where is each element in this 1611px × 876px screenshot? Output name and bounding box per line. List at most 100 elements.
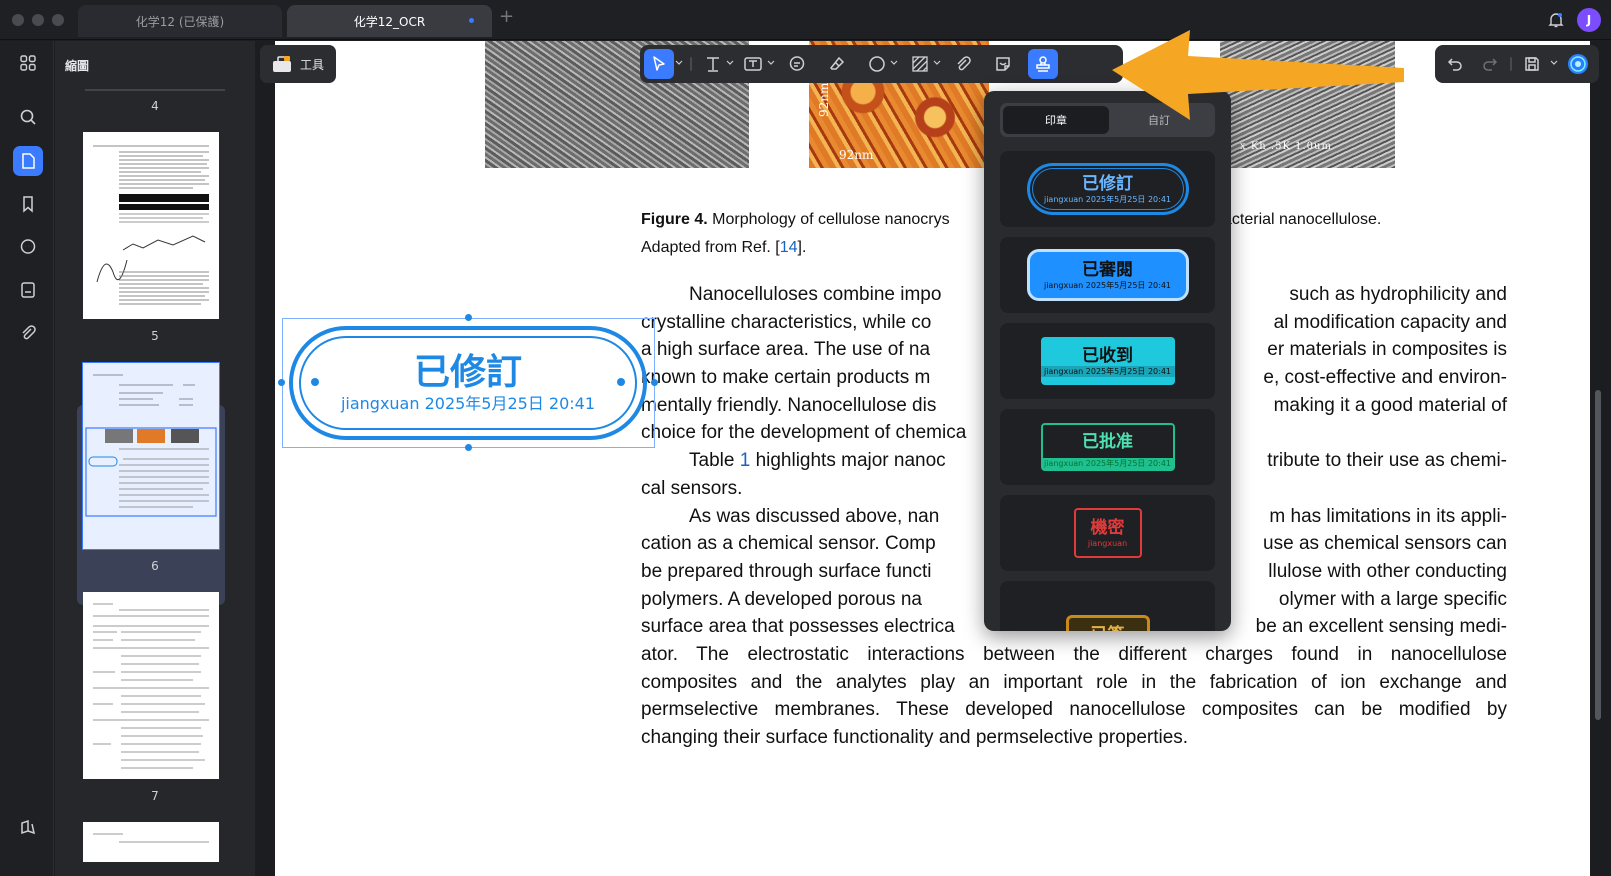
shape-circle-icon[interactable]: [862, 49, 892, 79]
thumbnail-page-6[interactable]: [82, 362, 220, 550]
thumbnail-page-5[interactable]: [83, 132, 219, 319]
figure-scale-vertical: 92nm: [817, 82, 831, 117]
text-line: Table: [689, 450, 735, 472]
app-window: 化学12 (已保護) 化学12_OCR + J 縮圖 4 5 6 7 92nm …: [0, 0, 1611, 876]
page-icon[interactable]: [13, 146, 43, 176]
annotation-arrow-icon: [1112, 30, 1404, 120]
text-line: choice for the development of chemica: [641, 422, 967, 444]
stamp-preview-title: 已修訂: [1082, 173, 1133, 194]
text-line: such as hydrophilicity and: [1289, 284, 1507, 305]
zoom-window-button[interactable]: [52, 14, 64, 26]
stamp-option-confidential[interactable]: 機密 jiangxuan: [1000, 495, 1215, 571]
close-window-button[interactable]: [12, 14, 24, 26]
thumbnail-page-number: 4: [151, 99, 159, 113]
text-line: use as chemical sensors can: [1263, 533, 1507, 555]
ai-assistant-icon[interactable]: [1563, 49, 1593, 79]
stamp-option-revised[interactable]: 已修訂 jiangxuan 2025年5月25日 20:41: [1000, 151, 1215, 227]
text-line: mentally friendly. Nanocellulose dis: [641, 394, 937, 416]
attachment-icon[interactable]: [13, 318, 43, 348]
stamp-option-received[interactable]: 已收到 jiangxuan 2025年5月25日 20:41: [1000, 323, 1215, 399]
stamp-popup: 印章 自訂 已修訂 jiangxuan 2025年5月25日 20:41 已審閱…: [984, 91, 1231, 631]
stamp-dot-right: [617, 378, 625, 386]
tab-stamps[interactable]: 印章: [1003, 106, 1109, 134]
figure-scale-horizontal: 92nm: [839, 148, 874, 162]
table-link[interactable]: 1: [740, 450, 751, 471]
undo-icon[interactable]: [1440, 49, 1470, 79]
bookmark-icon[interactable]: [13, 189, 43, 219]
text-line: Nanocelluloses combine impo: [689, 284, 942, 305]
tools-button[interactable]: 工具: [260, 45, 336, 83]
grid-icon[interactable]: [13, 48, 43, 78]
toolbar-divider: [1510, 57, 1512, 71]
caption-text: ].: [797, 238, 807, 256]
stamp-option-approved[interactable]: 已批准 jiangxuan 2025年5月25日 20:41: [1000, 409, 1215, 485]
area-hatch-icon[interactable]: [905, 49, 935, 79]
textbox-icon[interactable]: [738, 49, 768, 79]
stamp-preview-subtitle: jiangxuan 2025年5月25日 20:41: [1043, 280, 1172, 290]
stamp-preview: 機密 jiangxuan: [1073, 508, 1142, 558]
annotation-toolbar: [640, 45, 1123, 83]
text-icon[interactable]: [698, 49, 728, 79]
stamp-option-signed[interactable]: 已簽: [1000, 581, 1215, 631]
resize-handle-top[interactable]: [465, 314, 472, 321]
thumbnail-page-number: 6: [151, 559, 159, 573]
text-line: known to make certain products m: [641, 367, 931, 389]
text-line: er materials in composites is: [1267, 339, 1507, 361]
stamp-option-reviewed[interactable]: 已審閱 jiangxuan 2025年5月25日 20:41: [1000, 237, 1215, 313]
reference-link[interactable]: 14: [780, 239, 798, 256]
chevron-down-icon[interactable]: [767, 59, 775, 67]
caption-label: Figure 4.: [641, 211, 708, 228]
caption-text: Morphology of cellulose nanocrys: [712, 211, 950, 228]
text-line: polymers. A developed porous na: [641, 588, 922, 610]
text-line: tribute to their use as chemi-: [1267, 450, 1507, 472]
text-line: cation as a chemical sensor. Comp: [641, 533, 936, 555]
tools-button-label: 工具: [300, 57, 325, 72]
thumbnail-page-number: 5: [151, 329, 159, 343]
chevron-down-icon[interactable]: [890, 59, 898, 67]
select-arrow-icon[interactable]: [644, 49, 674, 79]
caption-text: Adapted from Ref. [: [641, 238, 780, 256]
search-icon[interactable]: [13, 102, 43, 132]
caption-text: acterial nanocellulose.: [1223, 211, 1382, 228]
text-line: changing their surface functionality and…: [641, 727, 1189, 748]
eraser-icon[interactable]: [822, 49, 852, 79]
text-line: al modification capacity and: [1273, 311, 1507, 333]
stamp-preview-title: 已審閱: [1082, 259, 1133, 280]
resize-handle-right[interactable]: [651, 379, 658, 386]
chevron-down-icon[interactable]: [675, 59, 683, 67]
comment-icon[interactable]: [782, 49, 812, 79]
thumbnail-page-8[interactable]: [83, 822, 219, 862]
chevron-down-icon[interactable]: [933, 59, 941, 67]
new-tab-button[interactable]: +: [499, 6, 514, 27]
redo-icon[interactable]: [1475, 49, 1505, 79]
stamp-preview-subtitle: jiangxuan 2025年5月25日 20:41: [1042, 458, 1173, 469]
right-toolbar: [1435, 45, 1599, 83]
panel-gap: [255, 41, 275, 876]
stamp-preview: 已批准 jiangxuan 2025年5月25日 20:41: [1040, 423, 1175, 471]
form-icon[interactable]: [13, 275, 43, 305]
placed-stamp[interactable]: 已修訂 jiangxuan 2025年5月25日 20:41: [289, 326, 647, 440]
thumbnail-page-7[interactable]: [83, 592, 219, 779]
comment-icon[interactable]: [13, 232, 43, 262]
chevron-down-icon[interactable]: [1550, 59, 1558, 67]
layers-icon[interactable]: [13, 812, 43, 842]
sticker-icon[interactable]: [988, 49, 1018, 79]
user-avatar[interactable]: J: [1577, 8, 1601, 32]
save-icon[interactable]: [1517, 49, 1547, 79]
document-scrollbar[interactable]: [1595, 390, 1601, 720]
figure-sem-info: x Kh .5K 1.0um: [1240, 141, 1332, 152]
stamp-preview: 已審閱 jiangxuan 2025年5月25日 20:41: [1026, 249, 1189, 301]
tab-document-protected[interactable]: 化学12 (已保護): [78, 5, 282, 37]
stamp-preview-subtitle: jiangxuan: [1087, 538, 1128, 548]
notification-bell-icon[interactable]: [1547, 11, 1565, 29]
chevron-down-icon[interactable]: [726, 59, 734, 67]
resize-handle-left[interactable]: [278, 379, 285, 386]
tab-document-ocr[interactable]: 化学12_OCR: [287, 5, 492, 37]
resize-handle-bottom[interactable]: [465, 444, 472, 451]
text-line: llulose with other conducting: [1268, 560, 1507, 582]
stamp-preview-title: 已收到: [1082, 345, 1133, 366]
unsaved-dot-icon: [469, 18, 474, 23]
minimize-window-button[interactable]: [32, 14, 44, 26]
stamp-icon[interactable]: [1028, 49, 1058, 79]
attachment-icon[interactable]: [948, 49, 978, 79]
